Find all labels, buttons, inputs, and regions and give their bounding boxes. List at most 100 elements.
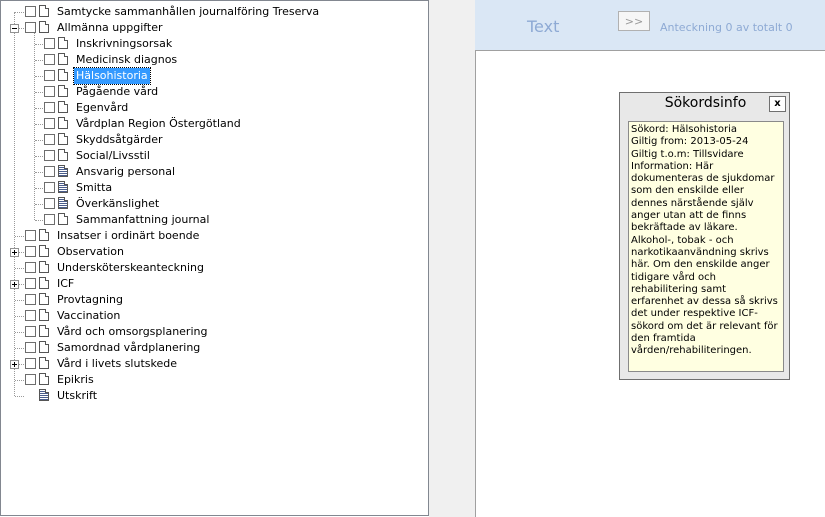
tree-item-label[interactable]: Vårdplan Region Östergötland bbox=[74, 116, 243, 132]
document-icon bbox=[58, 101, 68, 113]
tree-item[interactable]: Allmänna uppgifter bbox=[1, 20, 428, 36]
tree-item-label[interactable]: Samtycke sammanhållen journalföring Tres… bbox=[55, 4, 321, 20]
tree-item[interactable]: Vaccination bbox=[1, 308, 428, 324]
keyword-info-dialog: Sökordsinfo x Sökord: Hälsohistoria Gilt… bbox=[619, 92, 790, 380]
tree-item-label[interactable]: Observation bbox=[55, 244, 126, 260]
tree-item-checkbox[interactable] bbox=[44, 150, 55, 161]
tree-item[interactable]: Provtagning bbox=[1, 292, 428, 308]
document-icon bbox=[39, 325, 49, 337]
tree-item[interactable]: Observation bbox=[1, 244, 428, 260]
journal-tree[interactable]: Samtycke sammanhållen journalföring Tres… bbox=[0, 0, 429, 516]
tree-item[interactable]: Inskrivningsorsak bbox=[1, 36, 428, 52]
tree-item-checkbox[interactable] bbox=[44, 198, 55, 209]
tree-item-label[interactable]: Undersköterskeanteckning bbox=[55, 260, 206, 276]
document-icon bbox=[39, 245, 49, 257]
expand-icon[interactable] bbox=[10, 248, 19, 257]
tree-item-checkbox[interactable] bbox=[44, 102, 55, 113]
tree-item[interactable]: Samtycke sammanhållen journalföring Tres… bbox=[1, 4, 428, 20]
document-icon bbox=[39, 309, 49, 321]
tree-item-label[interactable]: Skyddsåtgärder bbox=[74, 132, 165, 148]
text-link[interactable]: Text bbox=[527, 17, 559, 36]
tree-item-checkbox[interactable] bbox=[44, 134, 55, 145]
tree-item-checkbox[interactable] bbox=[25, 230, 36, 241]
tree-item-label[interactable]: Ansvarig personal bbox=[74, 164, 177, 180]
tree-item-label[interactable]: Överkänslighet bbox=[74, 196, 161, 212]
tree-connector bbox=[15, 12, 24, 13]
splitter[interactable] bbox=[429, 0, 475, 517]
expand-icon[interactable] bbox=[10, 280, 19, 289]
tree-item[interactable]: Medicinsk diagnos bbox=[1, 52, 428, 68]
tree-item-checkbox[interactable] bbox=[44, 38, 55, 49]
tree-item-label[interactable]: Samordnad vårdplanering bbox=[55, 340, 202, 356]
tree-item-checkbox[interactable] bbox=[25, 6, 36, 17]
tree-item[interactable]: Sammanfattning journal bbox=[1, 212, 428, 228]
tree-item-checkbox[interactable] bbox=[25, 310, 36, 321]
tree-connector bbox=[35, 108, 43, 109]
tree-item[interactable]: Smitta bbox=[1, 180, 428, 196]
tree-item-label[interactable]: Hälsohistoria bbox=[73, 67, 151, 85]
expand-icon[interactable] bbox=[10, 360, 19, 369]
tree-item[interactable]: Undersköterskeanteckning bbox=[1, 260, 428, 276]
tree-item-checkbox[interactable] bbox=[25, 358, 36, 369]
tree-item-checkbox[interactable] bbox=[25, 22, 36, 33]
tree-item-label[interactable]: ICF bbox=[55, 276, 76, 292]
tree-item[interactable]: Epikris bbox=[1, 372, 428, 388]
info-line-valid-from: Giltig from: 2013-05-24 bbox=[631, 136, 749, 148]
tree-item-checkbox[interactable] bbox=[25, 246, 36, 257]
tree-connector bbox=[35, 204, 43, 205]
tree-item-checkbox[interactable] bbox=[25, 374, 36, 385]
tree-item-label[interactable]: Utskrift bbox=[55, 388, 99, 404]
tree-connector bbox=[35, 140, 43, 141]
tree-item-label[interactable]: Provtagning bbox=[55, 292, 125, 308]
tree-item[interactable]: Vårdplan Region Östergötland bbox=[1, 116, 428, 132]
tree-item-checkbox[interactable] bbox=[25, 342, 36, 353]
tree-item-checkbox[interactable] bbox=[25, 262, 36, 273]
tree-item-label[interactable]: Smitta bbox=[74, 180, 114, 196]
tree-item[interactable]: Ansvarig personal bbox=[1, 164, 428, 180]
tree-item-label[interactable]: Vård och omsorgsplanering bbox=[55, 324, 209, 340]
tree-item[interactable]: Vård och omsorgsplanering bbox=[1, 324, 428, 340]
tree-item[interactable]: Överkänslighet bbox=[1, 196, 428, 212]
tree-item[interactable]: Samordnad vårdplanering bbox=[1, 340, 428, 356]
tree-item-checkbox[interactable] bbox=[25, 278, 36, 289]
tree-item-checkbox[interactable] bbox=[44, 214, 55, 225]
next-note-button[interactable]: >> bbox=[618, 11, 650, 31]
document-icon bbox=[39, 357, 49, 369]
tree-item[interactable]: Vård i livets slutskede bbox=[1, 356, 428, 372]
tree-item-label[interactable]: Epikris bbox=[55, 372, 96, 388]
tree-item-checkbox[interactable] bbox=[44, 54, 55, 65]
tree-item[interactable]: Social/Livsstil bbox=[1, 148, 428, 164]
tree-item-label[interactable]: Egenvård bbox=[74, 100, 130, 116]
collapse-icon[interactable] bbox=[10, 24, 19, 33]
tree-item-checkbox[interactable] bbox=[44, 166, 55, 177]
tree-item-checkbox[interactable] bbox=[44, 118, 55, 129]
tree-item-checkbox[interactable] bbox=[25, 294, 36, 305]
document-icon bbox=[39, 373, 49, 385]
tree-item-checkbox[interactable] bbox=[44, 182, 55, 193]
tree-item-checkbox[interactable] bbox=[44, 86, 55, 97]
tree-connector bbox=[15, 380, 24, 381]
list-document-icon bbox=[58, 181, 68, 193]
tree-item-checkbox[interactable] bbox=[44, 70, 55, 81]
tree-item-label[interactable]: Inskrivningsorsak bbox=[74, 36, 174, 52]
tree-item[interactable]: Hälsohistoria bbox=[1, 67, 428, 85]
tree-item-label[interactable]: Social/Livsstil bbox=[74, 148, 152, 164]
tree-item[interactable]: ICF bbox=[1, 276, 428, 292]
tree-item[interactable]: Skyddsåtgärder bbox=[1, 132, 428, 148]
tree-item-label[interactable]: Sammanfattning journal bbox=[74, 212, 211, 228]
tree-item-label[interactable]: Insatser i ordinärt boende bbox=[55, 228, 201, 244]
tree-item-label[interactable]: Allmänna uppgifter bbox=[55, 20, 165, 36]
tree-item[interactable]: Insatser i ordinärt boende bbox=[1, 228, 428, 244]
tree-item-label[interactable]: Medicinsk diagnos bbox=[74, 52, 179, 68]
tree-connector bbox=[35, 76, 43, 77]
tree-item[interactable]: Egenvård bbox=[1, 100, 428, 116]
tree-item-label[interactable]: Vaccination bbox=[55, 308, 122, 324]
tree-item-label[interactable]: Pågående vård bbox=[74, 84, 160, 100]
tree-item-label[interactable]: Vård i livets slutskede bbox=[55, 356, 179, 372]
document-icon bbox=[39, 293, 49, 305]
close-button[interactable]: x bbox=[769, 96, 786, 112]
tree-connector bbox=[15, 348, 24, 349]
tree-item[interactable]: Pågående vård bbox=[1, 84, 428, 100]
tree-item[interactable]: Utskrift bbox=[1, 388, 428, 404]
tree-item-checkbox[interactable] bbox=[25, 326, 36, 337]
